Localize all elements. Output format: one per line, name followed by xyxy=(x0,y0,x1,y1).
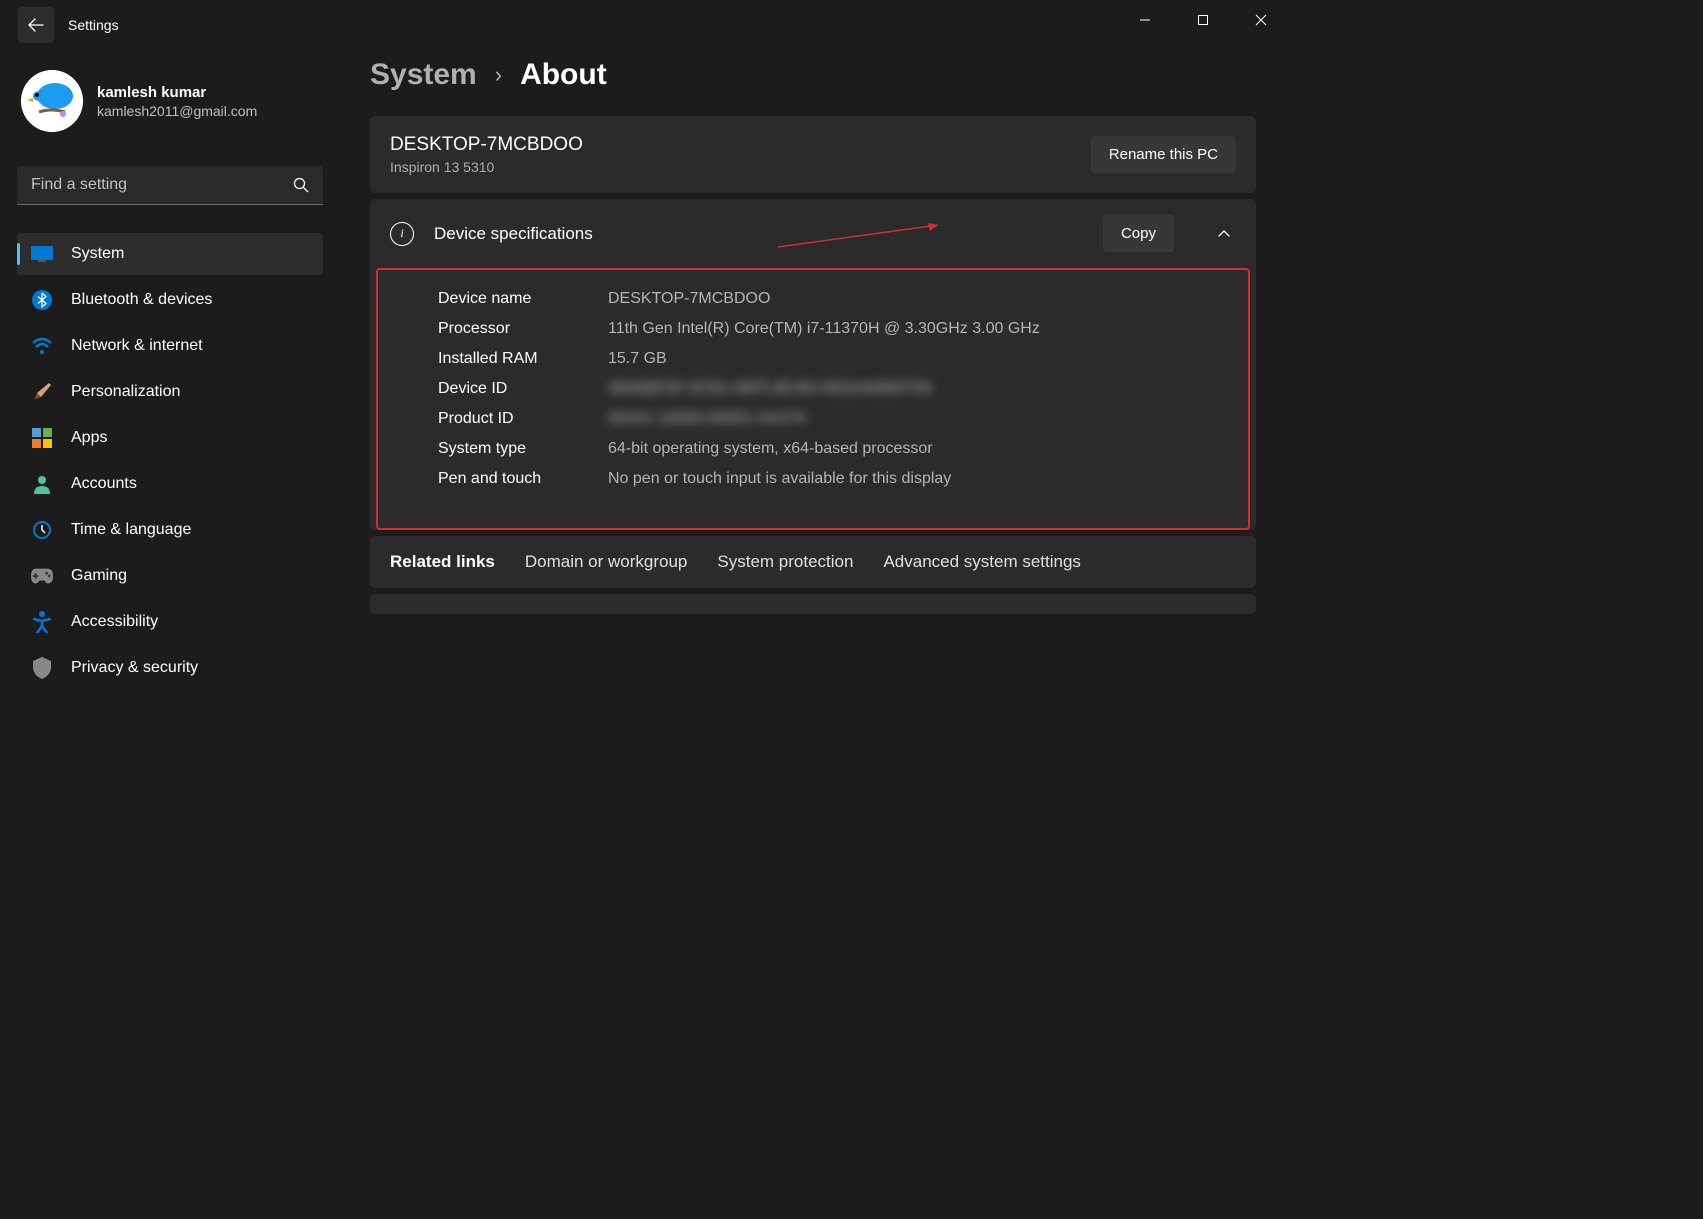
spec-value: 11th Gen Intel(R) Core(TM) i7-11370H @ 3… xyxy=(608,320,1226,338)
sidebar-item-bluetooth-devices[interactable]: Bluetooth & devices xyxy=(17,279,323,321)
spec-label: Device ID xyxy=(438,380,608,398)
close-icon xyxy=(1255,14,1267,26)
collapse-toggle[interactable] xyxy=(1212,227,1236,241)
spec-value: 5B46BF5F-6C82-48F5-BC6D-8932A6800756 xyxy=(608,380,1226,398)
system-icon xyxy=(31,243,53,265)
apps-icon xyxy=(31,427,53,449)
spec-row: Pen and touchNo pen or touch input is av… xyxy=(438,470,1226,488)
spec-value: No pen or touch input is available for t… xyxy=(608,470,1226,488)
device-specs-body: Device nameDESKTOP-7MCBDOOProcessor11th … xyxy=(376,268,1250,530)
spec-label: Device name xyxy=(438,290,608,308)
sidebar-item-label: Personalization xyxy=(71,383,180,401)
sidebar-item-accounts[interactable]: Accounts xyxy=(17,463,323,505)
spec-row: Device ID5B46BF5F-6C82-48F5-BC6D-8932A68… xyxy=(438,380,1226,398)
rename-pc-button[interactable]: Rename this PC xyxy=(1091,136,1236,173)
privacy-icon xyxy=(31,657,53,679)
spec-value: DESKTOP-7MCBDOO xyxy=(608,290,1226,308)
breadcrumb: System › About xyxy=(370,58,1256,92)
sidebar-item-time-language[interactable]: Time & language xyxy=(17,509,323,551)
spec-row: System type64-bit operating system, x64-… xyxy=(438,440,1226,458)
spec-row: Product ID00331-10000-00001-AA376 xyxy=(438,410,1226,428)
next-card-peek xyxy=(370,594,1256,614)
accessibility-icon xyxy=(31,611,53,633)
spec-row: Device nameDESKTOP-7MCBDOO xyxy=(438,290,1226,308)
related-link[interactable]: Advanced system settings xyxy=(883,552,1080,572)
sidebar-item-label: Privacy & security xyxy=(71,659,198,677)
bluetooth-icon xyxy=(31,289,53,311)
spec-label: System type xyxy=(438,440,608,458)
search-icon xyxy=(293,177,309,193)
profile-name: kamlesh kumar xyxy=(97,84,257,101)
related-link[interactable]: Domain or workgroup xyxy=(525,552,688,572)
spec-label: Processor xyxy=(438,320,608,338)
sidebar-item-gaming[interactable]: Gaming xyxy=(17,555,323,597)
sidebar-item-network-internet[interactable]: Network & internet xyxy=(17,325,323,367)
sidebar-item-system[interactable]: System xyxy=(17,233,323,275)
accounts-icon xyxy=(31,473,53,495)
related-links-card: Related links Domain or workgroup System … xyxy=(370,536,1256,588)
spec-row: Processor11th Gen Intel(R) Core(TM) i7-1… xyxy=(438,320,1226,338)
spec-value: 64-bit operating system, x64-based proce… xyxy=(608,440,1226,458)
sidebar-item-apps[interactable]: Apps xyxy=(17,417,323,459)
sidebar-item-personalization[interactable]: Personalization xyxy=(17,371,323,413)
sidebar-item-label: Gaming xyxy=(71,567,127,585)
info-icon: i xyxy=(390,222,414,246)
minimize-icon xyxy=(1139,14,1151,26)
brush-icon xyxy=(31,381,53,403)
sidebar-item-label: Bluetooth & devices xyxy=(71,291,212,309)
back-button[interactable] xyxy=(18,7,54,43)
chevron-up-icon xyxy=(1217,227,1231,241)
spec-label: Product ID xyxy=(438,410,608,428)
spec-value: 00331-10000-00001-AA376 xyxy=(608,410,1226,428)
minimize-button[interactable] xyxy=(1116,0,1174,40)
gaming-icon xyxy=(31,565,53,587)
back-arrow-icon xyxy=(28,17,44,33)
close-button[interactable] xyxy=(1232,0,1290,40)
spec-value: 15.7 GB xyxy=(608,350,1226,368)
search-input[interactable] xyxy=(31,176,293,194)
pc-info-card: DESKTOP-7MCBDOO Inspiron 13 5310 Rename … xyxy=(370,116,1256,193)
avatar xyxy=(21,70,83,132)
pc-name: DESKTOP-7MCBDOO xyxy=(390,134,1091,156)
sidebar-item-label: Accessibility xyxy=(71,613,158,631)
time-icon xyxy=(31,519,53,541)
sidebar-item-label: Time & language xyxy=(71,521,191,539)
copy-button[interactable]: Copy xyxy=(1103,215,1174,252)
chevron-right-icon: › xyxy=(495,62,502,88)
spec-label: Pen and touch xyxy=(438,470,608,488)
device-specs-card: i Device specifications Copy Device name… xyxy=(370,199,1256,530)
related-links-title: Related links xyxy=(390,552,495,572)
search-box[interactable] xyxy=(17,166,323,205)
app-title: Settings xyxy=(68,17,119,33)
titlebar: Settings xyxy=(0,0,1290,50)
sidebar-item-label: System xyxy=(71,245,124,263)
related-link[interactable]: System protection xyxy=(717,552,853,572)
sidebar-item-label: Apps xyxy=(71,429,107,447)
sidebar-item-label: Accounts xyxy=(71,475,137,493)
sidebar-item-privacy-security[interactable]: Privacy & security xyxy=(17,647,323,689)
sidebar-item-accessibility[interactable]: Accessibility xyxy=(17,601,323,643)
pc-model: Inspiron 13 5310 xyxy=(390,159,1091,175)
main-content: System › About DESKTOP-7MCBDOO Inspiron … xyxy=(340,50,1290,913)
page-title: About xyxy=(520,58,607,92)
spec-label: Installed RAM xyxy=(438,350,608,368)
sidebar-item-label: Network & internet xyxy=(71,337,203,355)
wifi-icon xyxy=(31,335,53,357)
maximize-button[interactable] xyxy=(1174,0,1232,40)
maximize-icon xyxy=(1197,14,1209,26)
breadcrumb-parent[interactable]: System xyxy=(370,58,477,92)
profile-email: kamlesh2011@gmail.com xyxy=(97,103,257,119)
device-specs-title: Device specifications xyxy=(434,224,1083,244)
spec-row: Installed RAM15.7 GB xyxy=(438,350,1226,368)
sidebar: kamlesh kumar kamlesh2011@gmail.com Syst… xyxy=(0,50,340,913)
profile[interactable]: kamlesh kumar kamlesh2011@gmail.com xyxy=(17,60,323,152)
